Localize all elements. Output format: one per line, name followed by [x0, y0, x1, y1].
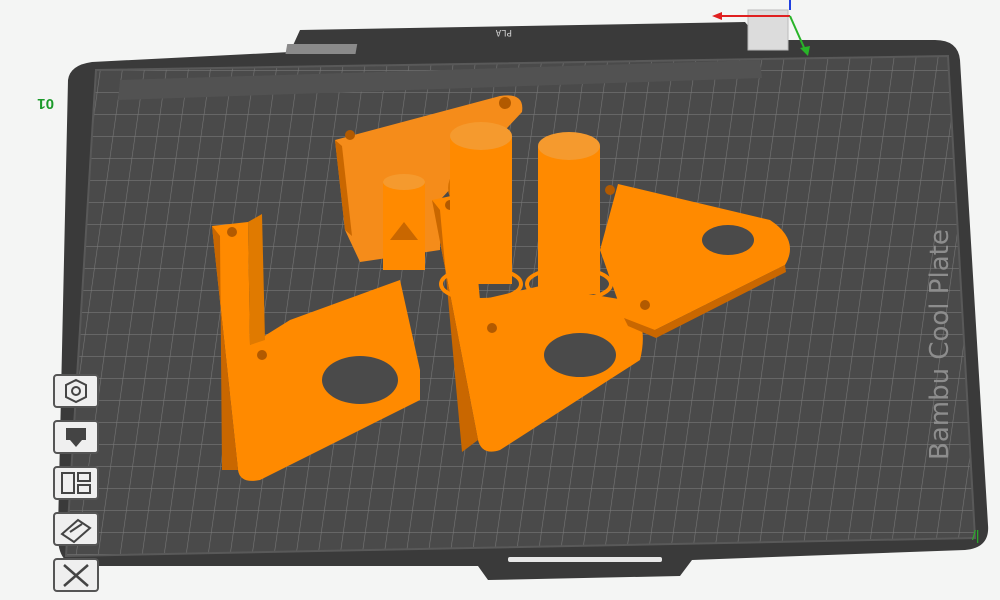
hexagon-nut-icon — [53, 374, 99, 408]
plate-toolbar — [48, 372, 124, 596]
plate-name-label: Bambu Cool Plate — [925, 229, 955, 460]
layout-blocks-icon — [53, 466, 99, 500]
filament-label: PLA — [495, 27, 512, 37]
model-cylinder-post-right-part[interactable] — [525, 132, 613, 302]
extruder-icon — [53, 420, 99, 454]
plate-edit-icon — [53, 512, 99, 546]
plate-number-label: 01 — [37, 95, 54, 112]
svg-text:/|: /| — [972, 527, 980, 543]
3d-viewport[interactable]: PLA 01 Bambu Cool Plate /| — [0, 0, 1000, 596]
plate-settings-button[interactable] — [48, 510, 112, 550]
auto-orient-button[interactable] — [48, 372, 112, 412]
close-x-icon — [53, 558, 99, 592]
split-button[interactable] — [48, 464, 112, 504]
plate-handle-slot — [508, 557, 662, 562]
model-small-cone-post-part[interactable] — [383, 174, 425, 270]
plate-qr-mark — [285, 44, 358, 54]
model-cylinder-post-left-part[interactable] — [439, 122, 523, 302]
delete-plate-button[interactable] — [48, 556, 112, 596]
arrange-button[interactable] — [48, 418, 112, 458]
